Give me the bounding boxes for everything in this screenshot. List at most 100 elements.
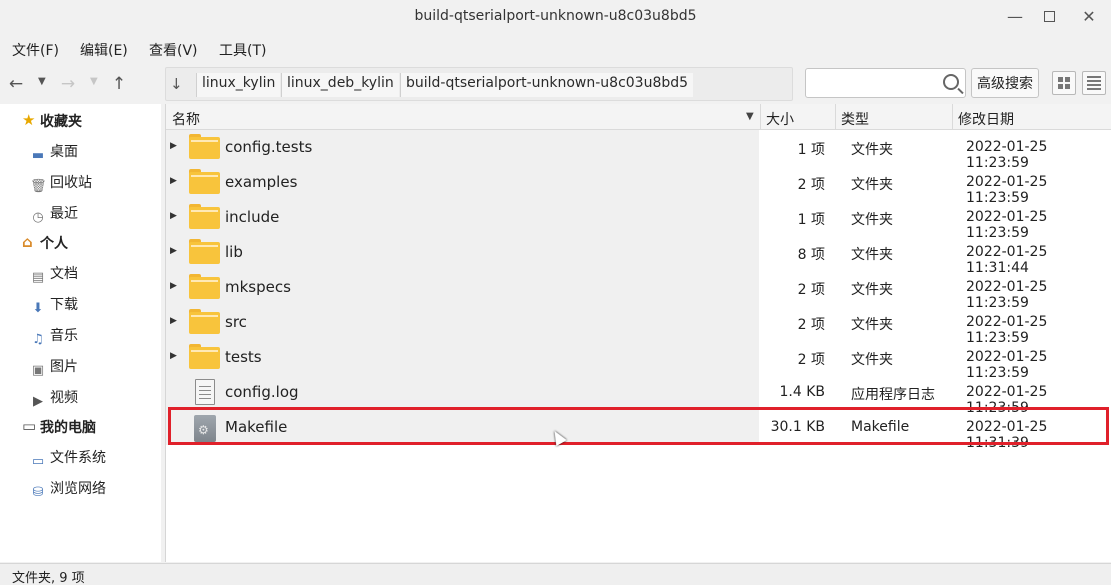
sidebar-item-label: 文件系统 <box>50 450 106 466</box>
minimize-button[interactable]: — <box>1000 4 1030 28</box>
path-history-button[interactable]: ↓ <box>170 75 183 93</box>
title-bar: build-qtserialport-unknown-u8c03u8bd5 — … <box>0 0 1111 34</box>
up-arrow-icon: ↑ <box>111 74 127 94</box>
table-row[interactable]: ▶ include 1 项 文件夹 2022-01-25 11:23:59 <box>166 200 1111 241</box>
maximize-icon <box>1043 10 1055 22</box>
expand-arrow-icon[interactable]: ▶ <box>170 246 177 256</box>
sidebar-item-label: 桌面 <box>50 144 78 160</box>
text-file-icon <box>195 379 215 405</box>
close-button[interactable]: ✕ <box>1074 4 1104 28</box>
table-row[interactable]: ▶ config.tests 1 项 文件夹 2022-01-25 11:23:… <box>166 130 1111 171</box>
expand-arrow-icon[interactable]: ▶ <box>170 316 177 326</box>
column-modified[interactable]: 修改日期 <box>958 109 1014 129</box>
forward-button[interactable]: → <box>58 72 78 96</box>
network-icon: ⛁ <box>32 485 44 500</box>
sidebar-item-label: 最近 <box>50 206 78 222</box>
path-bar: ↓ linux_kylin linux_deb_kylin build-qtse… <box>165 67 793 101</box>
column-divider[interactable] <box>952 104 953 130</box>
file-type: 文件夹 <box>851 177 893 193</box>
breadcrumb-linux-deb-kylin[interactable]: linux_deb_kylin <box>281 73 399 97</box>
row-background <box>166 235 759 270</box>
file-size: 2 项 <box>797 352 825 368</box>
column-divider[interactable] <box>835 104 836 130</box>
folder-icon <box>189 169 220 194</box>
video-icon: ▶ <box>33 394 43 409</box>
sidebar-section-computer[interactable]: ▭ 我的电脑 <box>22 417 96 437</box>
expand-arrow-icon[interactable]: ▶ <box>170 176 177 186</box>
list-view-icon <box>1087 76 1101 90</box>
column-size[interactable]: 大小 <box>766 109 794 129</box>
file-size: 8 项 <box>797 247 825 263</box>
maximize-button[interactable] <box>1034 4 1064 28</box>
file-name: tests <box>225 348 262 366</box>
table-row[interactable]: ▶ examples 2 项 文件夹 2022-01-25 11:23:59 <box>166 165 1111 206</box>
sidebar-item-documents[interactable]: ▤ 文档 <box>30 263 78 286</box>
picture-icon: ▣ <box>31 363 45 378</box>
column-name[interactable]: 名称 <box>172 109 200 129</box>
folder-icon <box>189 344 220 369</box>
breadcrumb-current-folder[interactable]: build-qtserialport-unknown-u8c03u8bd5 <box>400 73 694 97</box>
file-size: 2 项 <box>797 317 825 333</box>
file-type: 文件夹 <box>851 317 893 333</box>
sidebar-item-pictures[interactable]: ▣ 图片 <box>30 356 78 379</box>
search-input[interactable] <box>805 68 966 98</box>
menu-view[interactable]: 查看(V) <box>149 40 198 60</box>
sidebar-section-label: 收藏夹 <box>40 114 82 130</box>
sidebar-item-network[interactable]: ⛁ 浏览网络 <box>30 478 106 501</box>
music-icon: ♫ <box>32 332 44 347</box>
table-row[interactable]: ▶ mkspecs 2 项 文件夹 2022-01-25 11:23:59 <box>166 270 1111 311</box>
file-list: 名称 ▼ 大小 类型 修改日期 ▶ config.tests 1 项 文件夹 2… <box>165 104 1111 562</box>
download-icon: ⬇ <box>32 301 44 316</box>
sidebar-item-trash[interactable]: 🗑 回收站 <box>30 172 92 195</box>
sidebar-section-personal[interactable]: ⌂ 个人 <box>22 233 68 253</box>
minimize-icon: — <box>1007 6 1023 26</box>
sidebar-section-favorites[interactable]: ★ 收藏夹 <box>22 111 82 131</box>
sidebar-item-videos[interactable]: ▶ 视频 <box>30 387 78 410</box>
file-type: 文件夹 <box>851 247 893 263</box>
file-size: 1 项 <box>797 212 825 228</box>
search-icon[interactable] <box>943 74 959 90</box>
sort-down-icon: ▼ <box>746 111 754 122</box>
icon-view-button[interactable] <box>1052 71 1076 95</box>
sidebar-item-music[interactable]: ♫ 音乐 <box>30 325 78 348</box>
home-icon: ⌂ <box>22 233 33 251</box>
sidebar-item-label: 浏览网络 <box>50 481 106 497</box>
desktop-icon: ▬ <box>31 148 45 163</box>
file-size: 2 项 <box>797 177 825 193</box>
file-type: 文件夹 <box>851 142 893 158</box>
menu-file[interactable]: 文件(F) <box>12 40 59 60</box>
menu-edit[interactable]: 编辑(E) <box>80 40 128 60</box>
expand-arrow-icon[interactable]: ▶ <box>170 141 177 151</box>
table-row[interactable]: ▶ src 2 项 文件夹 2022-01-25 11:23:59 <box>166 305 1111 346</box>
list-view-button[interactable] <box>1082 71 1106 95</box>
table-row[interactable]: ▶ tests 2 项 文件夹 2022-01-25 11:23:59 <box>166 340 1111 381</box>
folder-icon <box>189 204 220 229</box>
expand-arrow-icon[interactable]: ▶ <box>170 351 177 361</box>
column-divider[interactable] <box>760 104 761 130</box>
table-row[interactable]: ▶ lib 8 项 文件夹 2022-01-25 11:31:44 <box>166 235 1111 276</box>
folder-icon <box>189 134 220 159</box>
column-type[interactable]: 类型 <box>841 109 869 129</box>
sidebar-item-desktop[interactable]: ▬ 桌面 <box>30 141 78 164</box>
expand-arrow-icon[interactable]: ▶ <box>170 281 177 291</box>
sidebar-item-downloads[interactable]: ⬇ 下载 <box>30 294 78 317</box>
advanced-search-button[interactable]: 高级搜索 <box>971 68 1039 98</box>
toolbar: ← ▼ → ▼ ↑ ↓ linux_kylin linux_deb_kylin … <box>0 64 1111 104</box>
highlight-box <box>168 407 1109 445</box>
up-button[interactable]: ↑ <box>109 72 129 96</box>
sidebar-item-filesystem[interactable]: ▭ 文件系统 <box>30 447 106 470</box>
back-history-dropdown[interactable]: ▼ <box>38 76 46 87</box>
sidebar-item-recent[interactable]: ◷ 最近 <box>30 203 78 226</box>
file-size: 1.4 KB <box>779 384 826 400</box>
table-row[interactable]: config.log 1.4 KB 应用程序日志 2022-01-25 11:2… <box>166 375 1111 416</box>
status-bar: 文件夹, 9 项 <box>0 563 1111 585</box>
breadcrumb-linux-kylin[interactable]: linux_kylin <box>196 73 281 97</box>
menu-tools[interactable]: 工具(T) <box>219 40 266 60</box>
back-button[interactable]: ← <box>6 72 26 96</box>
forward-history-dropdown[interactable]: ▼ <box>90 76 98 87</box>
expand-arrow-icon[interactable]: ▶ <box>170 211 177 221</box>
file-name: config.log <box>225 383 299 401</box>
computer-icon: ▭ <box>22 417 37 435</box>
file-name: include <box>225 208 280 226</box>
column-header: 名称 ▼ 大小 类型 修改日期 <box>166 104 1111 130</box>
